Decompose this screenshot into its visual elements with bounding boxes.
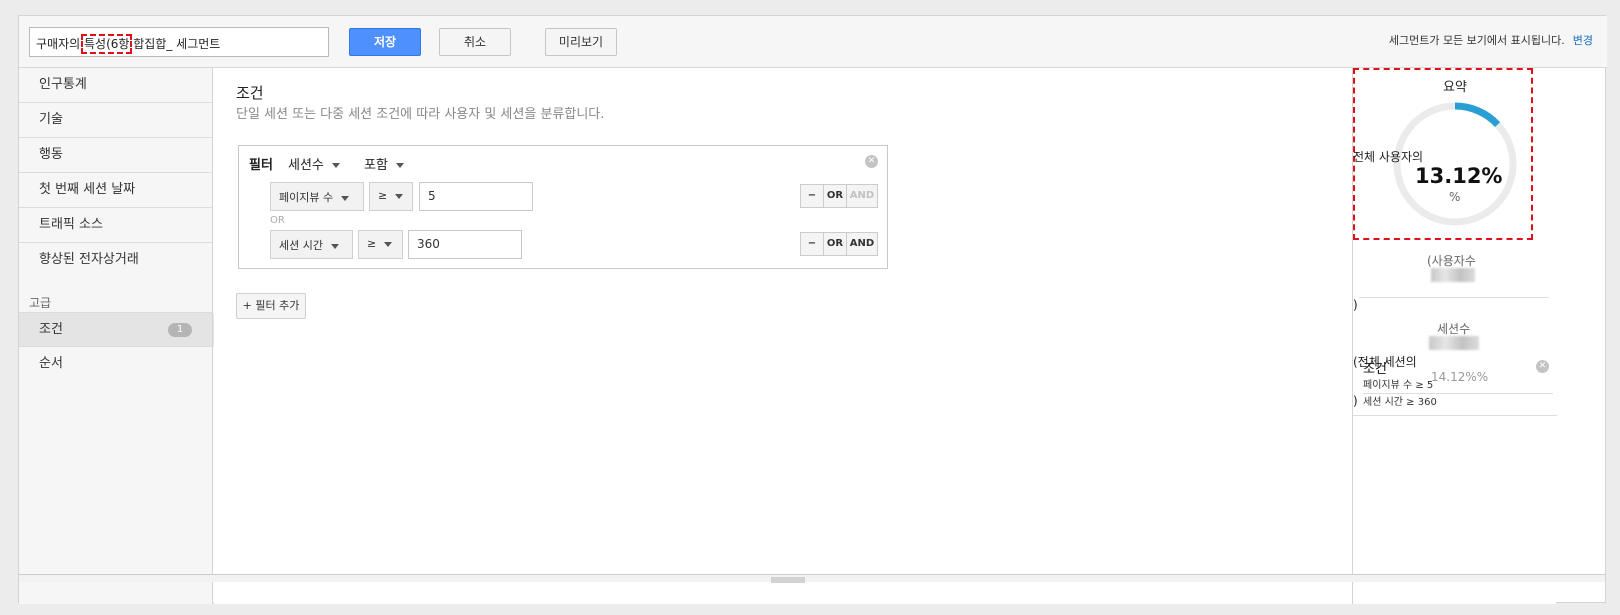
sidebar-section-advanced: 고급 xyxy=(29,296,52,310)
sidebar-item-label: 조건 xyxy=(39,322,63,337)
percent-value: 13.12% xyxy=(1415,164,1503,188)
and-button[interactable]: AND xyxy=(847,185,877,207)
preview-button[interactable]: 미리보기 xyxy=(545,28,617,56)
summary-panel: 요약 전체 사용자의 13.12% % (사용자수 ) 세션수 (전체 세션의 … xyxy=(1352,68,1557,604)
summary-condition-line: 세션 시간 ≥ 360 xyxy=(1363,397,1437,408)
operator-select[interactable]: ≥ xyxy=(358,230,403,259)
cancel-button[interactable]: 취소 xyxy=(439,28,511,56)
segment-toolbar: 구매자의 특성(6항 합집합_ 세그먼트 저장 취소 미리보기 세그먼트가 모든… xyxy=(19,16,1607,68)
divider xyxy=(1353,415,1557,416)
percent-prefix: 전체 사용자의 xyxy=(1353,150,1424,164)
operator-select-value: ≥ xyxy=(378,189,388,202)
row-operators: − OR AND xyxy=(800,184,878,208)
chevron-down-icon xyxy=(341,195,350,201)
remove-filter-icon[interactable]: ✕ xyxy=(865,155,878,168)
divider xyxy=(1359,297,1549,298)
visibility-notice-text: 세그먼트가 모든 보기에서 표시됩니다. xyxy=(1388,34,1565,47)
remove-condition-button[interactable]: − xyxy=(801,185,824,207)
dimension-select-value: 세션 시간 xyxy=(279,239,323,252)
paren-close: ) xyxy=(1353,298,1358,312)
dimension-select[interactable]: 페이지뷰 수 xyxy=(270,182,364,211)
sidebar-item-conditions[interactable]: 조건 1 xyxy=(19,312,223,347)
summary-title: 요약 xyxy=(1443,80,1467,95)
scope-dropdown-value: 세션수 xyxy=(288,158,324,173)
sessions-label: 세션수 xyxy=(1437,322,1471,336)
add-filter-button[interactable]: + 필터 추가 xyxy=(236,293,306,319)
donut-arc xyxy=(1454,102,1501,128)
scope-dropdown[interactable]: 세션수 xyxy=(288,154,340,173)
or-button[interactable]: OR xyxy=(824,233,847,255)
resize-bar[interactable] xyxy=(19,574,1605,583)
sidebar-item-technology[interactable]: 기술 xyxy=(19,103,212,138)
page-title: 조건 xyxy=(236,84,264,102)
save-button[interactable]: 저장 xyxy=(349,28,421,56)
paren-close: ) xyxy=(1353,394,1358,408)
summary-conditions-title: 조건 xyxy=(1363,362,1387,377)
sidebar: 인구통계 기술 행동 첫 번째 세션 날짜 트래픽 소스 향상된 전자상거래 고… xyxy=(19,68,223,604)
users-count-redacted xyxy=(1431,268,1475,282)
sidebar-item-enhanced-ecommerce[interactable]: 향상된 전자상거래 xyxy=(19,243,212,278)
change-link[interactable]: 변경 xyxy=(1573,34,1593,47)
chevron-down-icon xyxy=(330,243,339,249)
chevron-down-icon xyxy=(395,163,404,168)
sidebar-item-demographics[interactable]: 인구통계 xyxy=(19,68,212,103)
sidebar-item-sequences[interactable]: 순서 xyxy=(19,347,212,382)
or-button[interactable]: OR xyxy=(824,185,847,207)
chevron-down-icon xyxy=(331,163,340,168)
segment-name-highlight: 특성(6항 xyxy=(80,34,133,54)
sidebar-item-first-session-date[interactable]: 첫 번째 세션 날짜 xyxy=(19,173,212,208)
row-operators: − OR AND xyxy=(800,232,878,256)
page-description: 단일 세션 또는 다중 세션 조건에 따라 사용자 및 세션을 분류합니다. xyxy=(236,107,605,122)
users-label: (사용자수 xyxy=(1427,254,1476,268)
segment-name-prefix: 구매자의 xyxy=(36,37,84,51)
sessions-percent: 14.12%% xyxy=(1431,370,1489,384)
mode-dropdown-value: 포함 xyxy=(364,158,388,173)
dimension-select[interactable]: 세션 시간 xyxy=(270,230,353,259)
sidebar-item-behavior[interactable]: 행동 xyxy=(19,138,212,173)
value-input[interactable]: 5 xyxy=(419,182,533,211)
operator-select-value: ≥ xyxy=(367,237,377,250)
filter-group: 필터 세션수 포함 ✕ 페이지뷰 수 ≥ 5 − OR AND OR 세션 시간… xyxy=(238,145,888,269)
visibility-notice: 세그먼트가 모든 보기에서 표시됩니다. 변경 xyxy=(1389,32,1593,48)
sessions-count-redacted xyxy=(1429,336,1479,350)
segment-name-input[interactable]: 구매자의 특성(6항 합집합_ 세그먼트 xyxy=(29,27,329,57)
value-input[interactable]: 360 xyxy=(408,230,522,259)
percent-unit: % xyxy=(1449,190,1461,204)
sidebar-item-traffic-sources[interactable]: 트래픽 소스 xyxy=(19,208,212,243)
segment-editor: 구매자의 특성(6항 합집합_ 세그먼트 저장 취소 미리보기 세그먼트가 모든… xyxy=(18,15,1607,604)
and-button[interactable]: AND xyxy=(847,233,877,255)
or-separator: OR xyxy=(270,215,285,226)
condition-count-badge: 1 xyxy=(168,323,192,337)
conditions-panel: 조건 단일 세션 또는 다중 세션 조건에 따라 사용자 및 세션을 분류합니다… xyxy=(214,68,1352,604)
chevron-down-icon xyxy=(384,241,393,247)
summary-condition-line: 페이지뷰 수 ≥ 5 xyxy=(1363,380,1434,391)
remove-condition-button[interactable]: − xyxy=(801,233,824,255)
segment-name-suffix: 합집합_ 세그먼트 xyxy=(129,37,221,51)
mode-dropdown[interactable]: 포함 xyxy=(364,154,404,173)
clear-conditions-icon[interactable]: ✕ xyxy=(1536,360,1549,373)
operator-select[interactable]: ≥ xyxy=(369,182,413,211)
resize-handle[interactable] xyxy=(771,577,805,583)
filter-label: 필터 xyxy=(249,158,273,173)
dimension-select-value: 페이지뷰 수 xyxy=(279,191,334,204)
chevron-down-icon xyxy=(395,193,404,199)
